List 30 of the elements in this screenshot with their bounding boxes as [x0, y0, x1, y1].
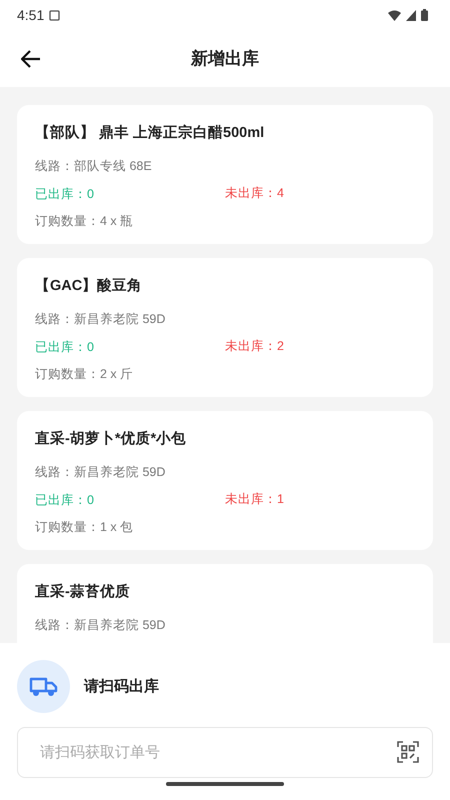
pending-count: 未出库：4	[225, 185, 284, 202]
status-time: 4:51	[17, 7, 44, 23]
pending-count: 未出库：1	[225, 491, 284, 508]
shipped-count: 已出库：0	[35, 187, 94, 201]
product-name: 直采-胡萝卜*优质*小包	[35, 430, 188, 448]
order-card[interactable]: 直采-胡萝卜*优质*小包 线路：新昌养老院 59D 已出库：0 未出库：1 订购数量：1 x 包	[17, 411, 433, 550]
pending-count: 未出库：2	[225, 338, 284, 355]
order-quantity: 订购数量：1 x 包	[35, 519, 134, 536]
route-text: 线路：新昌养老院 59D	[35, 464, 166, 481]
shipped-count: 已出库：0	[35, 340, 94, 354]
order-card[interactable]: 【部队】 鼎丰 上海正宗白醋500ml 线路：部队专线 68E 已出库：0 未出库：4 订购数量：4 x 瓶	[17, 105, 433, 244]
order-card[interactable]: 直采-蒜苔优质 线路：新昌养老院 59D	[17, 564, 433, 643]
qr-scan-icon[interactable]	[397, 741, 419, 763]
order-number-field[interactable]: 请扫码获取订单号	[17, 727, 433, 778]
order-quantity: 订购数量：4 x 瓶	[35, 213, 134, 230]
shipped-count: 已出库：0	[35, 493, 94, 507]
order-quantity: 订购数量：2 x 斤	[35, 366, 134, 383]
battery-icon	[421, 9, 428, 21]
route-text: 线路：新昌养老院 59D	[35, 311, 166, 328]
product-name: 直采-蒜苔优质	[35, 582, 131, 601]
wifi-icon	[388, 10, 401, 20]
signal-icon	[406, 10, 416, 20]
product-name: 【部队】 鼎丰 上海正宗白醋500ml	[35, 123, 266, 142]
product-name: 【GAC】酸豆角	[35, 276, 144, 295]
route-text: 线路：部队专线 68E	[35, 158, 153, 175]
page-title: 新增出库	[191, 48, 259, 70]
order-card[interactable]: 【GAC】酸豆角 线路：新昌养老院 59D 已出库：0 未出库：2 订购数量：2 x 斤	[17, 258, 433, 397]
scan-prompt: 请扫码出库	[84, 677, 159, 696]
notification-icon	[49, 10, 60, 20]
route-text: 线路：新昌养老院 59D	[35, 617, 166, 634]
